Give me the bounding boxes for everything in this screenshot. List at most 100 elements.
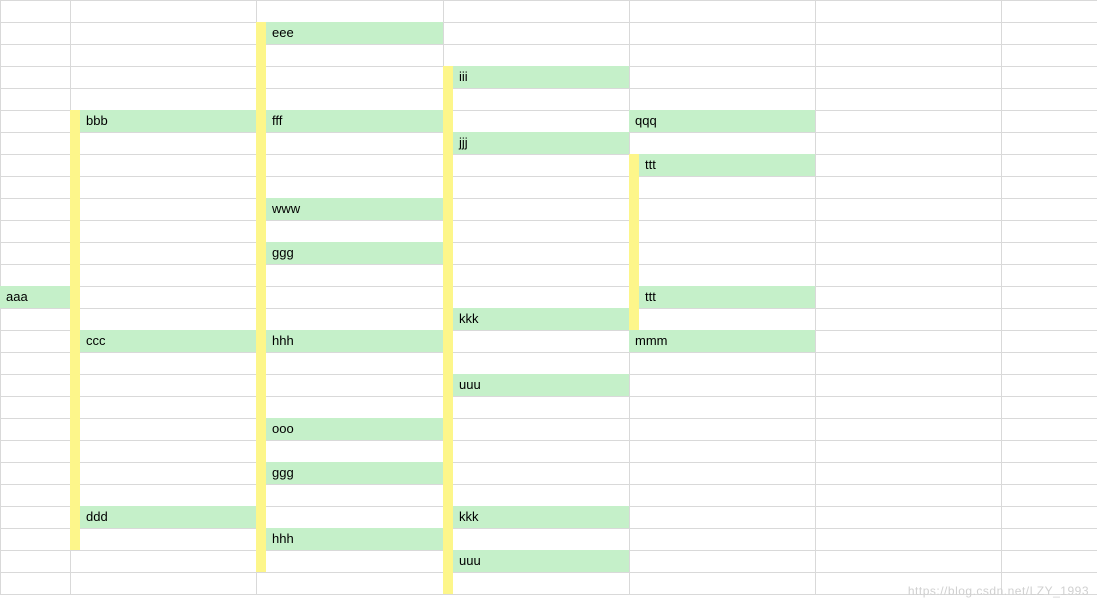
tree-node-label: uuu [453, 550, 629, 572]
tree-spine [256, 374, 266, 396]
tree-bullet [256, 22, 266, 44]
tree-spine [256, 176, 266, 198]
tree-bullet [443, 374, 453, 396]
tree-bullet [256, 110, 266, 132]
tree-node-label: aaa [0, 286, 70, 308]
tree-spine [70, 484, 80, 506]
tree-spine [443, 396, 453, 418]
tree-bullet [443, 308, 453, 330]
tree-spine [443, 572, 453, 594]
tree-spine [256, 440, 266, 462]
tree-spine [256, 308, 266, 330]
tree-spine [443, 418, 453, 440]
tree-node-label: jjj [453, 132, 629, 154]
tree-spine [256, 506, 266, 528]
tree-node-label: fff [266, 110, 443, 132]
tree-node-label: hhh [266, 330, 443, 352]
tree-node-label: eee [266, 22, 443, 44]
tree-spine [443, 484, 453, 506]
tree-spine [443, 330, 453, 352]
tree-node-label: hhh [266, 528, 443, 550]
tree-spine [443, 176, 453, 198]
tree-node-label: www [266, 198, 443, 220]
tree-spine [443, 242, 453, 264]
tree-bullet [443, 506, 453, 528]
tree-spine [629, 176, 639, 198]
tree-spine [443, 286, 453, 308]
tree-spine [443, 88, 453, 110]
tree-spine [629, 220, 639, 242]
tree-node-label: ooo [266, 418, 443, 440]
tree-spine [70, 220, 80, 242]
tree-bullet [443, 66, 453, 88]
tree-spine [70, 176, 80, 198]
tree-node-label: ttt [639, 286, 815, 308]
tree-bullet [256, 418, 266, 440]
tree-spine [70, 440, 80, 462]
tree-bullet [256, 330, 266, 352]
tree-spine [443, 440, 453, 462]
tree-bullet [70, 330, 80, 352]
tree-spine [70, 374, 80, 396]
tree-spine [70, 264, 80, 286]
tree-spine [443, 154, 453, 176]
tree-node-label: bbb [80, 110, 256, 132]
tree-spine [256, 396, 266, 418]
tree-spine [70, 308, 80, 330]
tree-spine [629, 264, 639, 286]
tree-node-label: qqq [629, 110, 815, 132]
tree-spine [70, 396, 80, 418]
tree-spine [70, 154, 80, 176]
tree-spine [70, 528, 80, 550]
tree-spine [443, 220, 453, 242]
tree-spine [256, 220, 266, 242]
tree-bullet [256, 198, 266, 220]
tree-spine [443, 110, 453, 132]
tree-spine [256, 66, 266, 88]
tree-node-label: mmm [629, 330, 815, 352]
tree-node-label: ggg [266, 462, 443, 484]
tree-spine [70, 418, 80, 440]
tree-spine [629, 242, 639, 264]
tree-node-label: iii [453, 66, 629, 88]
tree-spine [629, 198, 639, 220]
tree-spine [256, 286, 266, 308]
tree-bullet [443, 550, 453, 572]
tree-bullet [70, 110, 80, 132]
tree-bullet [256, 528, 266, 550]
tree-node-label: kkk [453, 506, 629, 528]
tree-spine [256, 154, 266, 176]
tree-bullet [70, 506, 80, 528]
tree-bullet [256, 242, 266, 264]
tree-node-label: ccc [80, 330, 256, 352]
tree-spine [443, 264, 453, 286]
tree-bullet [629, 154, 639, 176]
tree-node-label: ggg [266, 242, 443, 264]
tree-bullet [629, 286, 639, 308]
tree-bullet [443, 132, 453, 154]
tree-node-label: ddd [80, 506, 256, 528]
tree-spine [70, 462, 80, 484]
tree-spine [256, 88, 266, 110]
tree-spine [70, 198, 80, 220]
tree-spine [443, 352, 453, 374]
tree-spine [256, 484, 266, 506]
spreadsheet-grid: eeeiiibbbfffqqqjjjtttwwwgggaaatttkkkccch… [0, 0, 1097, 604]
tree-spine [256, 264, 266, 286]
tree-spine [443, 198, 453, 220]
tree-spine [443, 528, 453, 550]
tree-spine [256, 44, 266, 66]
tree-spine [256, 550, 266, 572]
tree-spine [256, 132, 266, 154]
tree-spine [70, 242, 80, 264]
tree-node-label: uuu [453, 374, 629, 396]
tree-spine [629, 308, 639, 330]
tree-spine [70, 132, 80, 154]
tree-spine [70, 286, 80, 308]
tree-bullet [256, 462, 266, 484]
tree-node-label: kkk [453, 308, 629, 330]
tree-spine [443, 462, 453, 484]
tree-spine [256, 352, 266, 374]
tree-spine [70, 352, 80, 374]
tree-node-label: ttt [639, 154, 815, 176]
